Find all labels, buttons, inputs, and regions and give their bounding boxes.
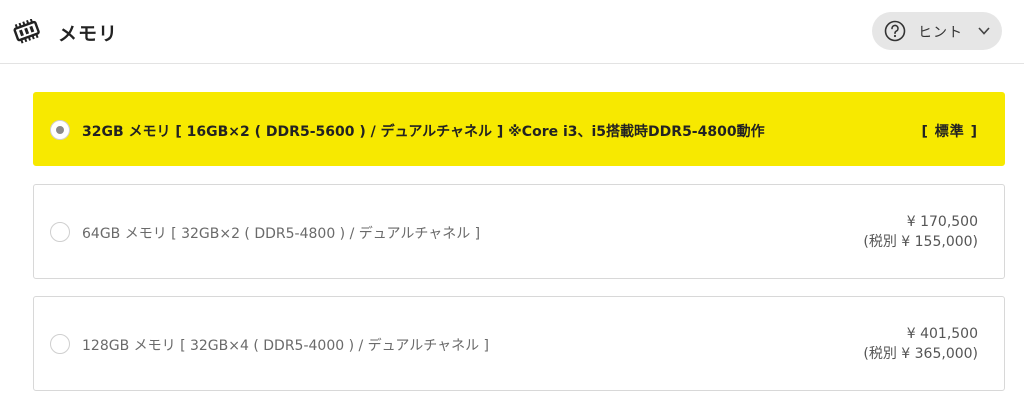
- option-price: ¥ 170,500: [906, 214, 978, 230]
- hint-button-label: ヒント: [918, 25, 963, 41]
- option-price-block: ¥ 170,500 (税別 ¥ 155,000): [863, 212, 978, 252]
- option-price-tax-excluded: (税別 ¥ 365,000): [863, 346, 978, 362]
- radio-button[interactable]: [50, 222, 70, 242]
- option-label: 64GB メモリ [ 32GB×2 ( DDR5-4800 ) / デュアルチャ…: [82, 226, 481, 242]
- radio-button[interactable]: [50, 334, 70, 354]
- standard-badge: [ 標準 ]: [921, 124, 978, 140]
- hint-button[interactable]: ヒント: [872, 12, 1002, 50]
- option-price-tax-excluded: (税別 ¥ 155,000): [863, 234, 978, 250]
- option-label: 32GB メモリ [ 16GB×2 ( DDR5-5600 ) / デュアルチャ…: [82, 124, 765, 140]
- memory-option-32gb[interactable]: 32GB メモリ [ 16GB×2 ( DDR5-5600 ) / デュアルチャ…: [33, 92, 1005, 166]
- memory-option-64gb[interactable]: 64GB メモリ [ 32GB×2 ( DDR5-4800 ) / デュアルチャ…: [33, 184, 1005, 279]
- memory-chip-icon: [13, 19, 40, 44]
- option-label: 128GB メモリ [ 32GB×4 ( DDR5-4000 ) / デュアルチ…: [82, 338, 490, 354]
- section-header: メモリ ヒント: [0, 0, 1024, 64]
- radio-dot: [56, 126, 64, 134]
- section-title: メモリ: [58, 23, 119, 45]
- option-price-block: ¥ 401,500 (税別 ¥ 365,000): [863, 324, 978, 364]
- option-price: ¥ 401,500: [906, 326, 978, 342]
- memory-option-128gb[interactable]: 128GB メモリ [ 32GB×4 ( DDR5-4000 ) / デュアルチ…: [33, 296, 1005, 391]
- chevron-down-icon: [978, 27, 990, 35]
- question-circle-icon: [884, 20, 906, 42]
- radio-button-selected[interactable]: [50, 120, 70, 140]
